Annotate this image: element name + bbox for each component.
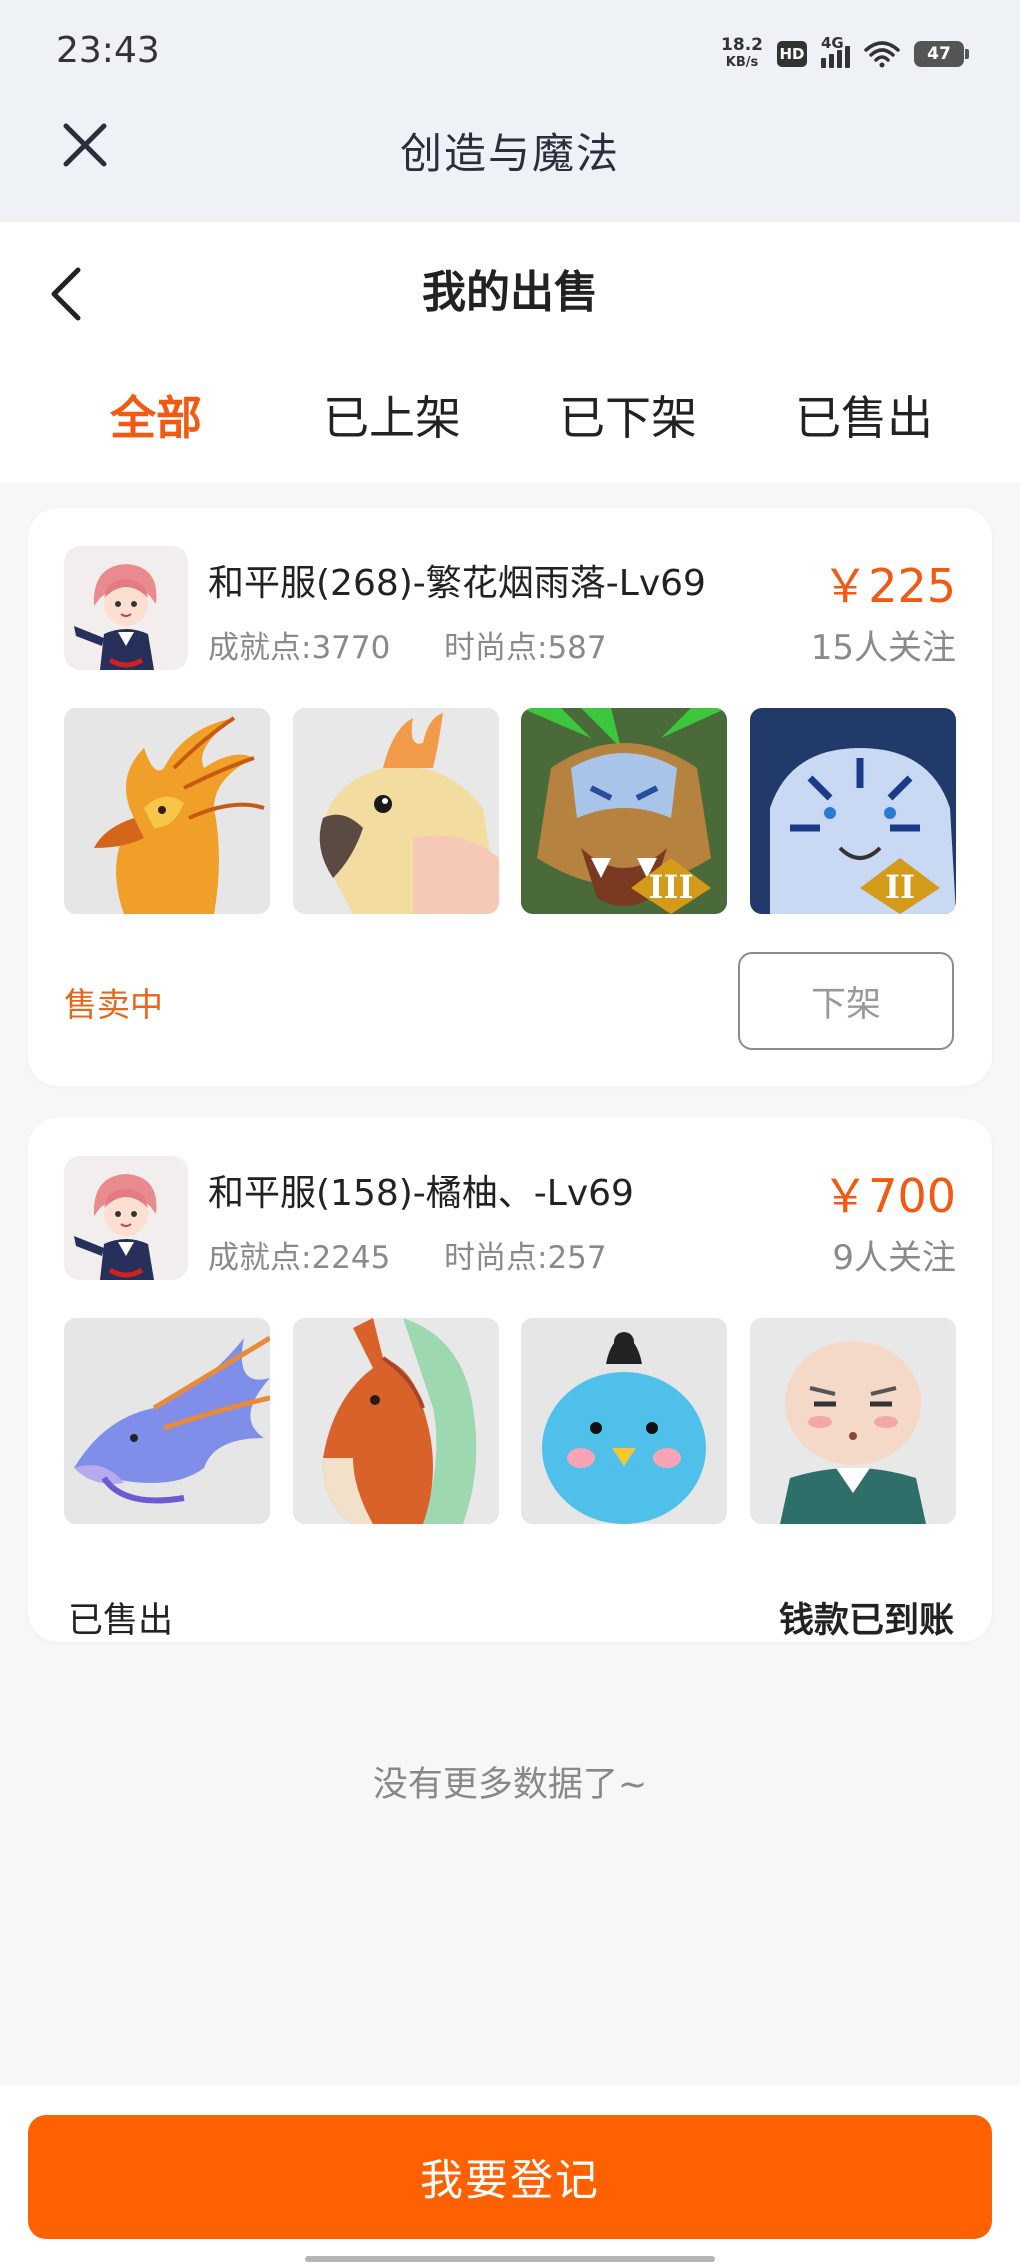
settlement-status: 钱款已到账	[778, 1601, 954, 1641]
status-label: 已售出	[68, 1601, 174, 1641]
bald-character-icon[interactable]	[749, 1318, 956, 1524]
network-speed-unit: KB/s	[725, 55, 759, 70]
price: ￥700	[822, 1169, 956, 1223]
home-indicator[interactable]	[305, 2256, 715, 2262]
page-title: 我的出售	[422, 267, 598, 318]
status-time: 23:43	[56, 30, 160, 71]
tier-badge: III	[649, 868, 694, 906]
lion-mount-icon[interactable]: III	[521, 708, 728, 914]
register-button[interactable]: 我要登记	[28, 2115, 992, 2239]
status-label: 售卖中	[64, 985, 163, 1024]
server-character-name: 和平服(268)-繁花烟雨落-Lv69	[208, 563, 706, 604]
achievement-points: 成就点:3770	[208, 630, 391, 666]
price: ￥225	[822, 559, 956, 613]
tab-listed[interactable]: 已上架	[292, 382, 492, 448]
blue-bird-pet-icon[interactable]	[521, 1318, 728, 1524]
cockatoo-mount-icon[interactable]	[292, 708, 499, 914]
network-speed-value: 18.2	[721, 35, 763, 55]
server-character-name: 和平服(158)-橘柚、-Lv69	[208, 1173, 634, 1214]
signal-icon: 4G	[821, 34, 850, 68]
listing-card[interactable]: 和平服(158)-橘柚、-Lv69 成就点:2245 时尚点:257 ￥700 …	[28, 1118, 992, 1642]
tab-sold[interactable]: 已售出	[764, 382, 964, 448]
battery-icon: 47	[914, 41, 969, 67]
status-icons: 18.2 KB/s HD 4G 47	[721, 32, 969, 76]
top-bar: 23:43 18.2 KB/s HD 4G 47 创造与魔法	[0, 0, 1020, 222]
tiger-mount-icon[interactable]: II	[749, 708, 956, 914]
network-type: 4G	[821, 34, 844, 52]
hd-icon: HD	[777, 41, 807, 67]
app-title: 创造与魔法	[399, 129, 620, 178]
character-avatar	[64, 1156, 188, 1280]
item-thumbnails	[64, 1318, 956, 1524]
wifi-icon	[864, 41, 900, 68]
character-avatar	[64, 546, 188, 670]
phoenix-mount-icon[interactable]	[64, 708, 270, 914]
horse-mount-icon[interactable]	[292, 1318, 499, 1524]
network-speed: 18.2 KB/s	[721, 37, 763, 71]
fashion-points: 时尚点:587	[444, 630, 607, 666]
follower-count: 9人关注	[832, 1238, 956, 1278]
tab-delisted[interactable]: 已下架	[528, 382, 728, 448]
dragon-mount-icon[interactable]	[64, 1318, 270, 1524]
listing-card[interactable]: 和平服(268)-繁花烟雨落-Lv69 成就点:3770 时尚点:587 ￥22…	[28, 508, 992, 1086]
tab-bar: 全部 已上架 已下架 已售出	[0, 382, 1020, 462]
fashion-points: 时尚点:257	[444, 1240, 607, 1276]
delist-button[interactable]: 下架	[738, 952, 954, 1050]
tab-all[interactable]: 全部	[56, 382, 256, 448]
achievement-points: 成就点:2245	[208, 1240, 391, 1276]
follower-count: 15人关注	[810, 628, 956, 668]
item-thumbnails: III II	[64, 708, 956, 914]
page-header: 我的出售 全部 已上架 已下架 已售出	[0, 222, 1020, 482]
no-more-data: 没有更多数据了~	[372, 1765, 648, 1805]
tier-badge: II	[885, 868, 915, 906]
